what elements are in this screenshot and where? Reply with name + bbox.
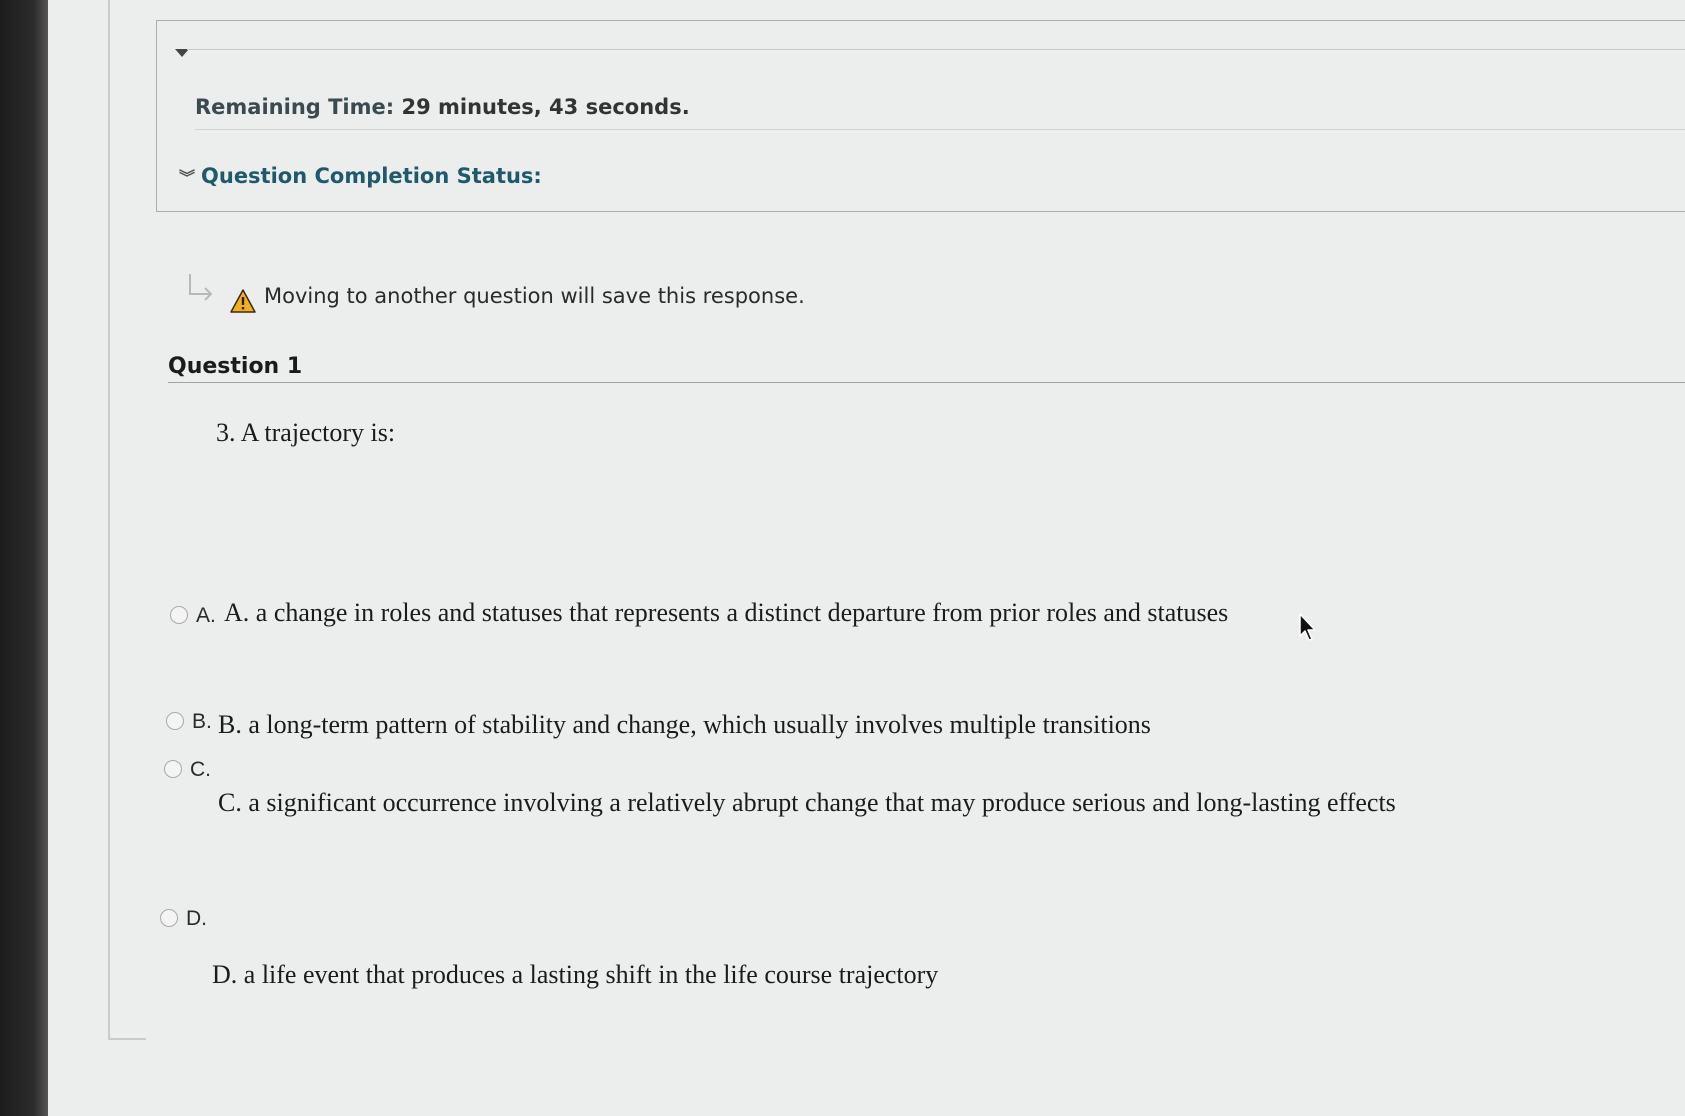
- completion-label: Question Completion Status:: [201, 164, 542, 188]
- option-a-text[interactable]: A. a change in roles and statuses that r…: [224, 598, 1228, 628]
- option-b-letter[interactable]: B.: [192, 710, 212, 734]
- option-c-text[interactable]: C. a significant occurrence involving a …: [218, 788, 1396, 818]
- timer-value: 29 minutes, 43 seconds.: [401, 95, 690, 119]
- option-a-letter[interactable]: A.: [196, 604, 216, 628]
- double-chevron-down-icon: ︾: [179, 168, 196, 187]
- option-d-text[interactable]: D. a life event that produces a lasting …: [212, 960, 938, 990]
- screen-bezel: [0, 0, 48, 1116]
- timer-label: Remaining Time:: [195, 95, 395, 119]
- question-prompt: 3. A trajectory is:: [216, 418, 396, 447]
- save-notice: Moving to another question will save thi…: [264, 284, 805, 308]
- divider: [168, 382, 1685, 383]
- option-c-letter[interactable]: C.: [190, 758, 211, 782]
- question-completion-status-toggle[interactable]: ︾ Question Completion Status:: [179, 164, 542, 188]
- option-d-letter[interactable]: D.: [186, 907, 207, 931]
- option-b-text[interactable]: B. a long-term pattern of stability and …: [218, 710, 1151, 740]
- remaining-time: Remaining Time: 29 minutes, 43 seconds.: [195, 95, 690, 119]
- divider: [187, 49, 1685, 50]
- option-a-radio[interactable]: [170, 606, 188, 624]
- triangle-down-icon[interactable]: [175, 49, 189, 57]
- option-b-radio[interactable]: [166, 712, 184, 730]
- warning-icon: [230, 289, 256, 313]
- question-heading: Question 1: [168, 354, 303, 379]
- content-border-bottom: [108, 1038, 146, 1040]
- mouse-pointer-icon: [1299, 613, 1316, 641]
- content-border: [108, 0, 110, 1040]
- option-d-radio[interactable]: [160, 909, 178, 927]
- test-page: Remaining Time: 29 minutes, 43 seconds. …: [48, 0, 1685, 1116]
- divider: [195, 129, 1685, 130]
- return-arrow-icon: [189, 274, 213, 301]
- status-panel: Remaining Time: 29 minutes, 43 seconds. …: [156, 20, 1685, 212]
- option-c-radio[interactable]: [164, 760, 182, 778]
